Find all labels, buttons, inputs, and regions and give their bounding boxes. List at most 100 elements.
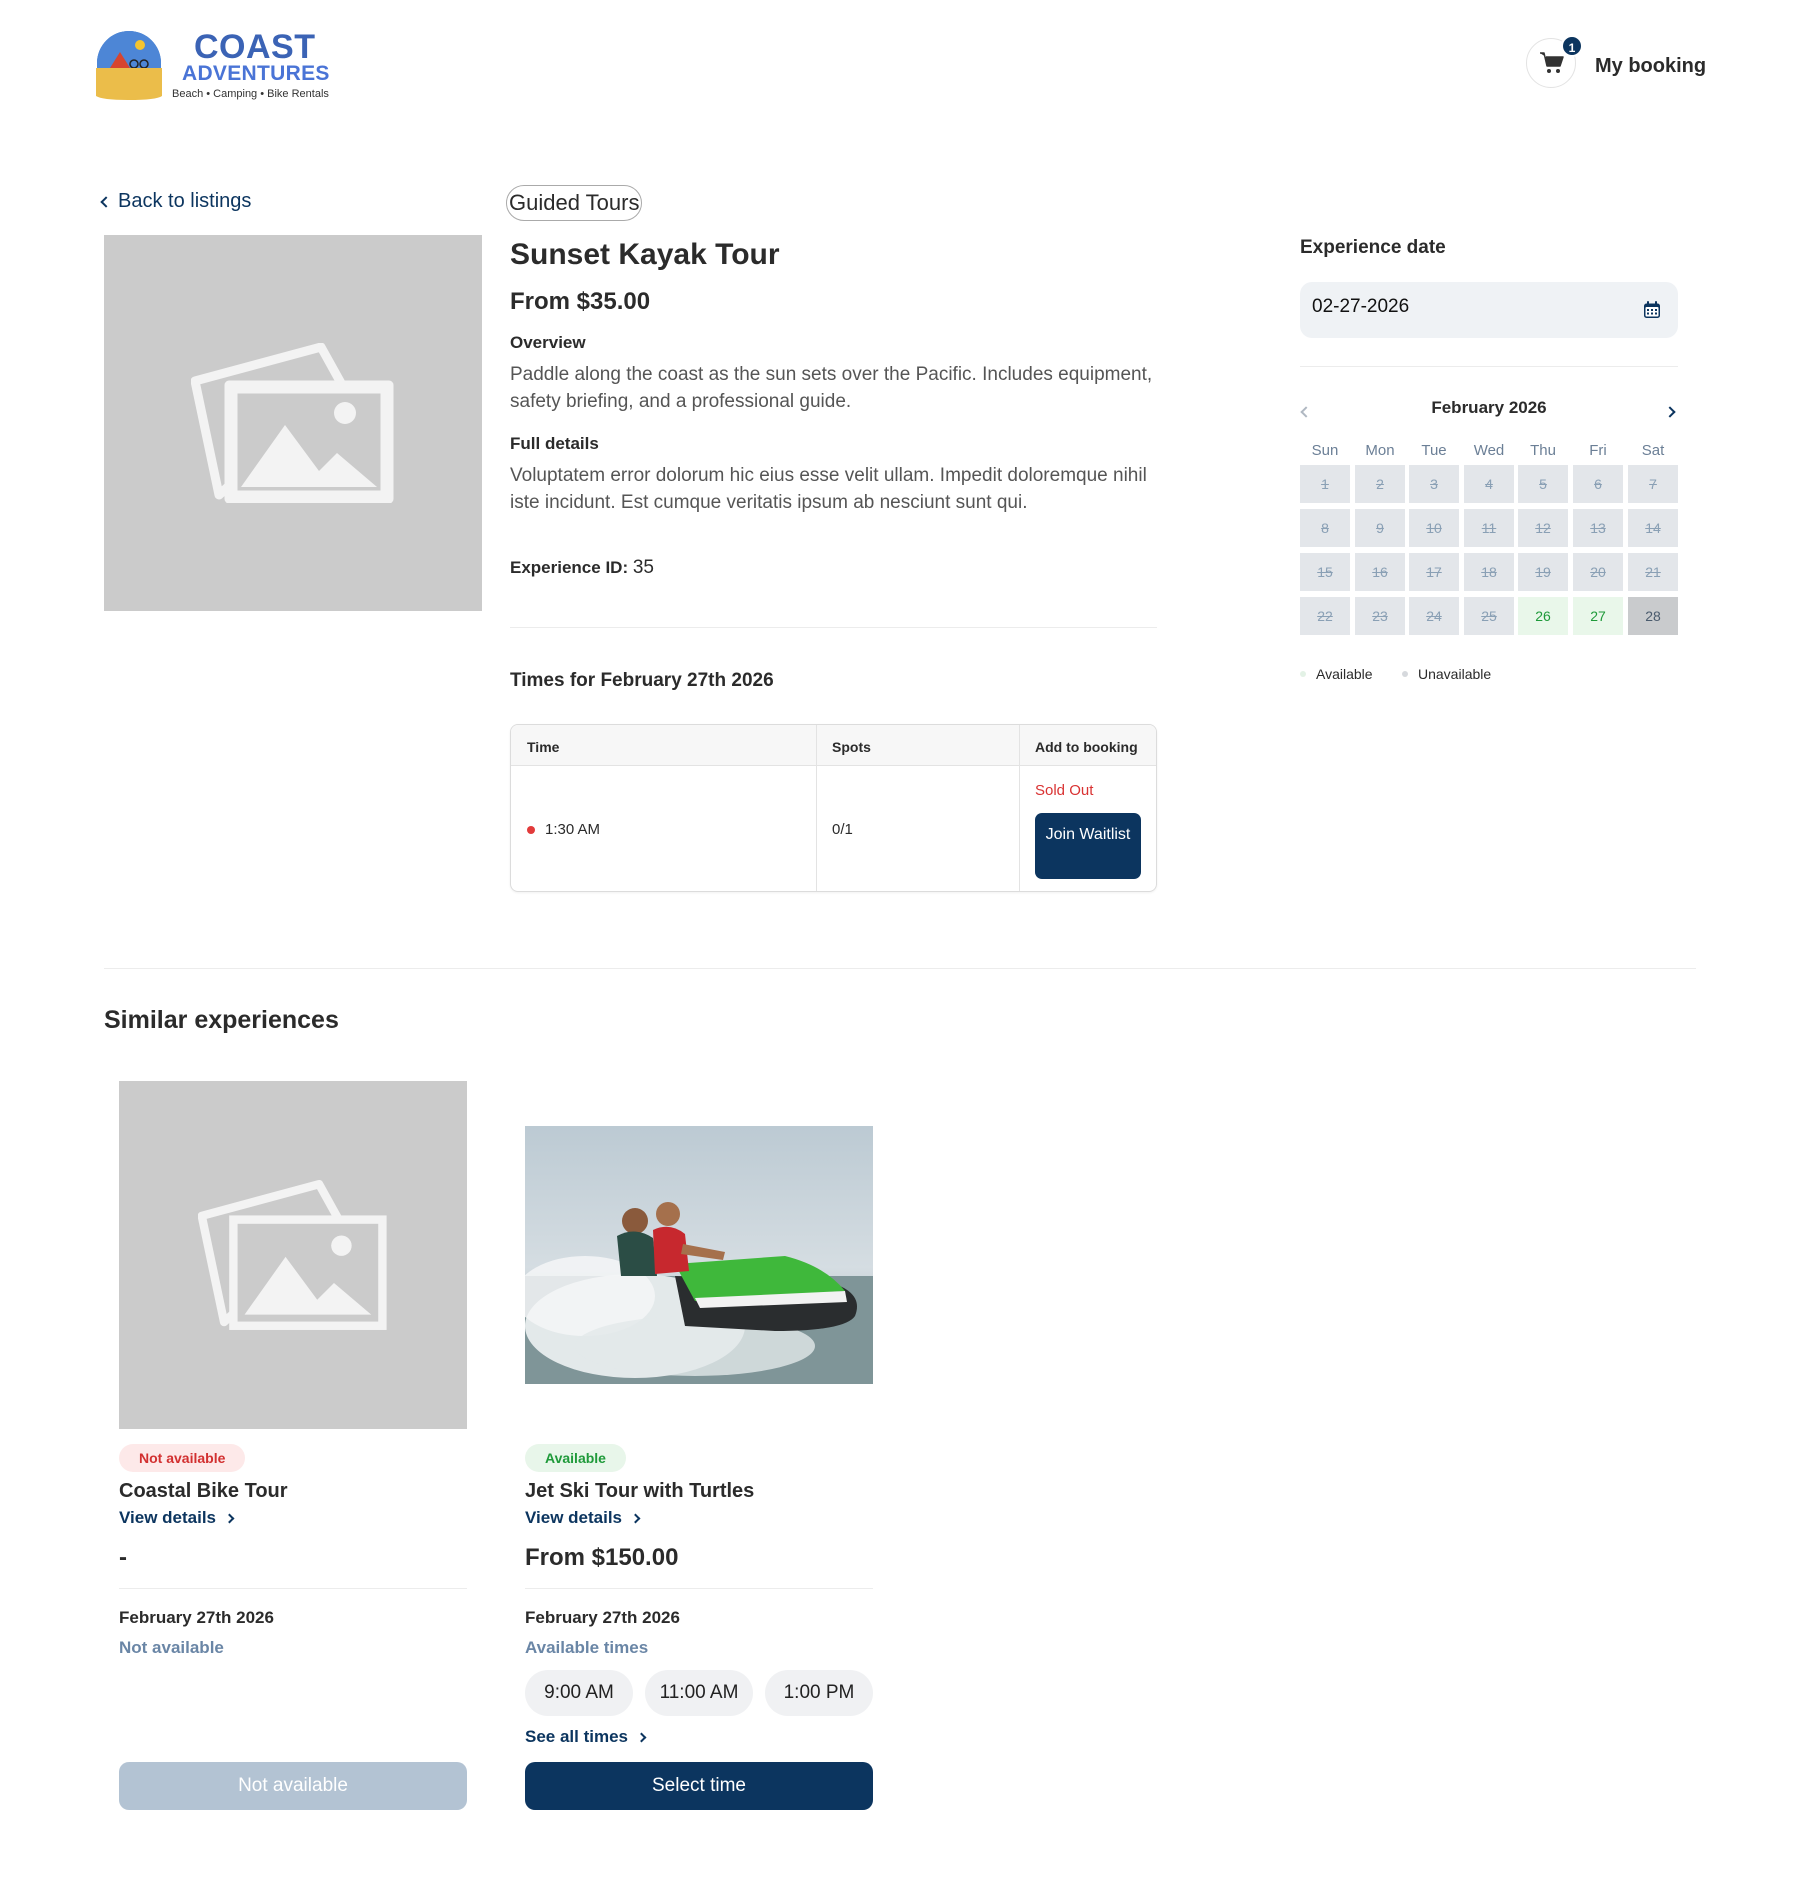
cart-icon [1540, 52, 1564, 73]
column-header-add: Add to booking [1035, 739, 1138, 755]
time-value: 1:30 AM [545, 821, 601, 838]
card-availability: Not available [119, 1638, 224, 1657]
weekday-label: Thu [1530, 442, 1556, 459]
logo-mark-icon [96, 31, 162, 100]
calendar-day: 11 [1464, 509, 1514, 547]
select-time-button[interactable]: Select time [525, 1762, 873, 1810]
weekday-label: Wed [1473, 442, 1505, 459]
calendar-day: 22 [1300, 597, 1350, 635]
card-title[interactable]: Coastal Bike Tour [119, 1480, 288, 1503]
calendar-day: 15 [1300, 553, 1350, 591]
chevron-right-icon [636, 1732, 647, 1742]
overview-text: Paddle along the coast as the sun sets o… [510, 364, 1153, 412]
my-booking-link[interactable]: My booking [1595, 55, 1706, 78]
full-details-text: Voluptatem error dolorum hic eius esse v… [510, 465, 1147, 513]
time-chip[interactable]: 9:00 AM [525, 1670, 633, 1716]
calendar-day: 19 [1518, 553, 1568, 591]
experience-image-placeholder [104, 235, 482, 611]
column-divider [1019, 725, 1020, 891]
card-image-jet-ski[interactable] [525, 1126, 873, 1384]
time-chip[interactable]: 11:00 AM [645, 1670, 753, 1716]
image-placeholder-icon [191, 343, 394, 503]
calendar-day[interactable]: 26 [1518, 597, 1568, 635]
calendar-day: 10 [1409, 509, 1459, 547]
date-value: 02-27-2026 [1312, 296, 1410, 317]
card-image-placeholder[interactable] [119, 1081, 467, 1429]
chevron-right-icon [630, 1513, 641, 1523]
card-title[interactable]: Jet Ski Tour with Turtles [525, 1480, 754, 1503]
legend-available: Available [1300, 666, 1373, 682]
chevron-right-icon [224, 1513, 235, 1523]
status-badge: Available [525, 1444, 626, 1472]
weekday-label: Sun [1311, 442, 1339, 459]
cart-count-badge: 1 [1561, 35, 1583, 57]
overview-heading: Overview [510, 333, 586, 352]
calendar-day: 14 [1628, 509, 1678, 547]
next-month-button[interactable] [1664, 403, 1676, 421]
status-badge: Not available [119, 1444, 246, 1472]
card-date: February 27th 2026 [525, 1608, 680, 1627]
available-dot-icon [1300, 671, 1306, 677]
chevron-right-icon [1664, 406, 1676, 418]
see-all-times-link[interactable]: See all times [525, 1727, 647, 1747]
legend-label: Available [1316, 666, 1373, 682]
calendar-day: 7 [1628, 465, 1678, 503]
calendar-day: 6 [1573, 465, 1623, 503]
column-header-spots: Spots [832, 739, 871, 755]
brand-logo[interactable]: COAST ADVENTURES Beach • Camping • Bike … [96, 26, 336, 106]
calendar-day: 8 [1300, 509, 1350, 547]
card-price: From $150.00 [525, 1544, 679, 1571]
experience-price: From $35.00 [510, 288, 651, 315]
calendar-day: 23 [1355, 597, 1405, 635]
times-heading: Times for February 27th 2026 [510, 670, 774, 691]
calendar-day: 20 [1573, 553, 1623, 591]
sold-out-label: Sold Out [1035, 782, 1094, 799]
experience-id-value: 35 [632, 557, 654, 578]
divider [1300, 366, 1678, 367]
column-divider [816, 725, 817, 891]
experience-id: Experience ID: 35 [510, 557, 654, 579]
experience-id-label: Experience ID: [510, 558, 629, 577]
calendar-day: 9 [1355, 509, 1405, 547]
view-details-link[interactable]: View details [119, 1508, 235, 1528]
image-placeholder-icon [198, 1180, 387, 1330]
time-chip[interactable]: 1:00 PM [765, 1670, 873, 1716]
calendar-day: 16 [1355, 553, 1405, 591]
back-label: Back to listings [118, 190, 252, 212]
brand-name-line2: ADVENTURES [182, 62, 330, 85]
view-details-link[interactable]: View details [525, 1508, 641, 1528]
calendar-day[interactable]: 27 [1573, 597, 1623, 635]
calendar-day: 17 [1409, 553, 1459, 591]
time-cell: 1:30 AM [527, 821, 600, 838]
card-availability: Available times [525, 1638, 649, 1657]
calendar-day: 3 [1409, 465, 1459, 503]
divider [510, 627, 1157, 628]
join-waitlist-button[interactable]: Join Waitlist [1035, 813, 1141, 879]
not-available-button[interactable]: Not available [119, 1762, 467, 1810]
card-date: February 27th 2026 [119, 1608, 274, 1627]
divider [119, 1588, 467, 1589]
spots-cell: 0/1 [832, 821, 853, 838]
weekday-label: Fri [1589, 442, 1607, 459]
legend-label: Unavailable [1418, 666, 1492, 682]
view-details-label: View details [525, 1508, 623, 1527]
calendar-icon[interactable] [1642, 300, 1662, 320]
calendar-day: 13 [1573, 509, 1623, 547]
divider [525, 1588, 873, 1589]
experience-date-label: Experience date [1300, 237, 1446, 258]
column-header-time: Time [527, 739, 560, 755]
calendar-day: 12 [1518, 509, 1568, 547]
experience-date-input[interactable]: 02-27-2026 [1300, 282, 1678, 338]
card-price: - [119, 1544, 127, 1571]
times-table: Time Spots Add to booking 1:30 AM 0/1 So… [510, 724, 1157, 892]
category-pill: Guided Tours [506, 185, 643, 221]
brand-tagline: Beach • Camping • Bike Rentals [172, 88, 329, 100]
calendar-day: 21 [1628, 553, 1678, 591]
calendar-day[interactable]: 28 [1628, 597, 1678, 635]
calendar-day: 24 [1409, 597, 1459, 635]
chevron-left-icon [100, 195, 112, 208]
back-to-listings-link[interactable]: Back to listings [100, 190, 252, 213]
calendar-day: 25 [1464, 597, 1514, 635]
weekday-label: Tue [1421, 442, 1447, 459]
cart-button[interactable]: 1 [1526, 35, 1583, 88]
